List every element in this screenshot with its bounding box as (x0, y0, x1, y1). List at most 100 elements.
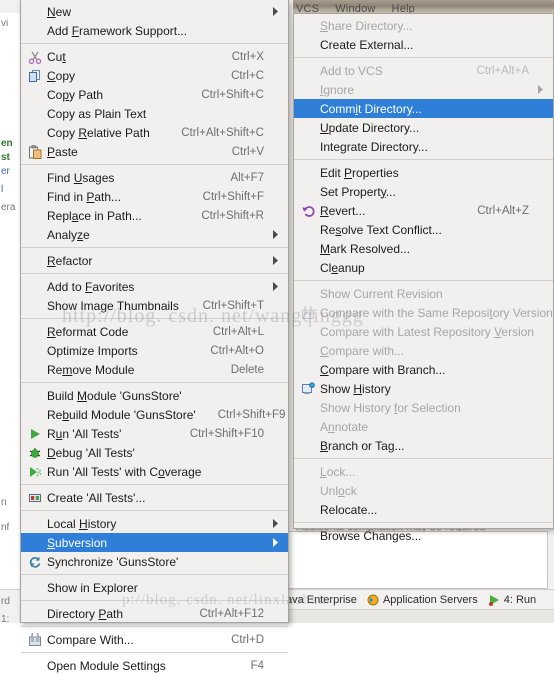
status-item-application-servers[interactable]: Application Servers (367, 594, 478, 606)
menu-item-rebuild-module-gunsstore[interactable]: Rebuild Module 'GunsStore'Ctrl+Shift+F9 (21, 405, 288, 424)
menu-item-label: Open Module Settings (45, 659, 166, 673)
menu-item-revert[interactable]: Revert...Ctrl+Alt+Z (294, 201, 553, 220)
menu-item-label: Share Directory... (318, 19, 412, 33)
menu-item-icon-slot (298, 220, 318, 239)
menu-item-set-property[interactable]: Set Property... (294, 182, 553, 201)
subversion-submenu[interactable]: Share Directory...Create External...Add … (293, 13, 554, 529)
menu-item-branch-or-tag[interactable]: Branch or Tag... (294, 436, 553, 455)
menu-item-shortcut: Alt+F7 (220, 172, 264, 184)
application-servers-icon (367, 594, 379, 606)
menu-item-cut[interactable]: CutCtrl+X (21, 47, 288, 66)
menu-item-cleanup[interactable]: Cleanup (294, 258, 553, 277)
menu-item-label: Integrate Directory... (318, 140, 428, 154)
menu-item-commit-directory[interactable]: Commit Directory... (294, 99, 553, 118)
menu-item-icon-slot (25, 405, 45, 424)
menu-item-directory-path[interactable]: Directory PathCtrl+Alt+F12 (21, 604, 288, 623)
menu-separator (21, 510, 288, 511)
menu-item-label: Reformat Code (45, 325, 128, 339)
paste-icon (25, 142, 45, 161)
project-context-menu[interactable]: NewAdd Framework Support...CutCtrl+XCopy… (20, 0, 289, 623)
status-item-run[interactable]: 4: Run (488, 594, 536, 606)
menu-item-label: Paste (45, 145, 78, 159)
menu-item-label: Show Image Thumbnails (45, 299, 179, 313)
status-item-java-enterprise[interactable]: ava Enterprise (286, 594, 357, 606)
synchronize-icon (25, 552, 45, 571)
menu-item-find-usages[interactable]: Find Usages Alt+F7 (21, 168, 288, 187)
menu-item-icon-slot (25, 21, 45, 40)
menu-item-icon-slot (298, 182, 318, 201)
compare-icon (298, 303, 318, 322)
menu-item-integrate-directory[interactable]: Integrate Directory... (294, 137, 553, 156)
menu-item-update-directory[interactable]: Update Directory... (294, 118, 553, 137)
menu-item-edit-properties[interactable]: Edit Properties (294, 163, 553, 182)
menu-item-shortcut: Ctrl+Alt+Shift+C (171, 127, 264, 139)
menu-item-compare-with-branch[interactable]: Compare with Branch... (294, 360, 553, 379)
menu-item-icon-slot (25, 187, 45, 206)
menu-item-label: Mark Resolved... (318, 242, 410, 256)
menu-item-label: Build Module 'GunsStore' (45, 389, 182, 403)
cut-icon (25, 47, 45, 66)
revert-icon (298, 201, 318, 220)
menu-item-label: Show in Explorer (45, 581, 138, 595)
menu-item-copy-as-plain-text[interactable]: Copy as Plain Text (21, 104, 288, 123)
menu-item-label: Compare with the Same Repository Version (318, 306, 553, 320)
menu-item-mark-resolved[interactable]: Mark Resolved... (294, 239, 553, 258)
menu-item-icon-slot (25, 85, 45, 104)
menu-item-synchronize-gunsstore[interactable]: Synchronize 'GunsStore' (21, 552, 288, 571)
menu-item-local-history[interactable]: Local History (21, 514, 288, 533)
menu-item-add-framework-support[interactable]: Add Framework Support... (21, 21, 288, 40)
menu-item-run-all-tests-with-coverage[interactable]: Run 'All Tests' with Coverage (21, 462, 288, 481)
menu-item-paste[interactable]: PasteCtrl+V (21, 142, 288, 161)
menu-item-icon-slot (25, 168, 45, 187)
menu-item-label: Set Property... (318, 185, 396, 199)
menu-item-open-module-settings[interactable]: Open Module SettingsF4 (21, 656, 288, 675)
menu-item-copy-path[interactable]: Copy PathCtrl+Shift+C (21, 85, 288, 104)
menu-item-copy-relative-path[interactable]: Copy Relative PathCtrl+Alt+Shift+C (21, 123, 288, 142)
menu-item-build-module-gunsstore[interactable]: Build Module 'GunsStore' (21, 386, 288, 405)
menu-item-show-current-revision: Show Current Revision (294, 284, 553, 303)
menu-item-shortcut: Ctrl+Alt+F12 (189, 608, 264, 620)
menu-item-optimize-imports[interactable]: Optimize ImportsCtrl+Alt+O (21, 341, 288, 360)
menu-item-copy[interactable]: CopyCtrl+C (21, 66, 288, 85)
menu-item-icon-slot (25, 604, 45, 623)
menu-item-label: Compare with Branch... (318, 363, 445, 377)
menu-item-unlock: Unlock (294, 481, 553, 500)
menu-item-label: Show History (318, 382, 391, 396)
menu-item-icon-slot (25, 2, 45, 21)
menu-item-add-to-favorites[interactable]: Add to Favorites (21, 277, 288, 296)
menu-item-label: Find Usages (45, 171, 114, 185)
menu-item-show-in-explorer[interactable]: Show in Explorer (21, 578, 288, 597)
menu-item-create-all-tests[interactable]: Create 'All Tests'... (21, 488, 288, 507)
menu-item-new[interactable]: New (21, 2, 288, 21)
menu-item-icon-slot (298, 322, 318, 341)
menu-item-relocate[interactable]: Relocate... (294, 500, 553, 519)
menu-separator (21, 164, 288, 165)
menu-item-analyze[interactable]: Analyze (21, 225, 288, 244)
menu-item-shortcut: Ctrl+Shift+F10 (180, 428, 264, 440)
menu-item-shortcut: Ctrl+C (221, 70, 264, 82)
menu-item-show-history[interactable]: Show History (294, 379, 553, 398)
menu-item-reformat-code[interactable]: Reformat Code Ctrl+Alt+L (21, 322, 288, 341)
coverage-icon (25, 462, 45, 481)
menu-item-show-image-thumbnails[interactable]: Show Image ThumbnailsCtrl+Shift+T (21, 296, 288, 315)
menu-item-refactor[interactable]: Refactor (21, 251, 288, 270)
menu-item-compare-with: Compare with... (294, 341, 553, 360)
menu-item-subversion[interactable]: Subversion (21, 533, 288, 552)
menu-item-compare-with[interactable]: Compare With...Ctrl+D (21, 630, 288, 649)
menu-item-label: Add Framework Support... (45, 24, 187, 38)
menu-item-run-all-tests[interactable]: Run 'All Tests'Ctrl+Shift+F10 (21, 424, 288, 443)
menu-item-debug-all-tests[interactable]: Debug 'All Tests' (21, 443, 288, 462)
menu-item-remove-module[interactable]: Remove ModuleDelete (21, 360, 288, 379)
menu-item-browse-changes[interactable]: Browse Changes... (294, 526, 553, 545)
chevron-right-icon (270, 256, 280, 265)
status-bar: ava Enterprise Application Servers 4: Ru… (280, 589, 554, 610)
menu-item-shortcut: Ctrl+Alt+L (203, 326, 264, 338)
chevron-right-icon (270, 519, 280, 528)
menu-item-create-external[interactable]: Create External... (294, 35, 553, 54)
menu-item-resolve-text-conflict[interactable]: Resolve Text Conflict... (294, 220, 553, 239)
menu-item-shortcut: Ctrl+Alt+O (200, 345, 264, 357)
menu-item-replace-in-path[interactable]: Replace in Path...Ctrl+Shift+R (21, 206, 288, 225)
menu-item-share-directory: Share Directory... (294, 16, 553, 35)
menu-item-icon-slot (298, 284, 318, 303)
menu-item-find-in-path[interactable]: Find in Path...Ctrl+Shift+F (21, 187, 288, 206)
